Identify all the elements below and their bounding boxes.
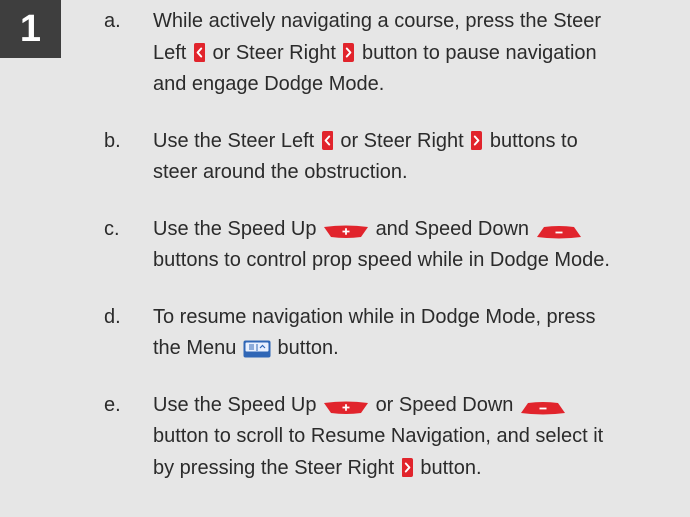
text-segment: button to pause navigation	[362, 41, 597, 64]
text-segment: buttons to control prop speed while in D…	[153, 249, 610, 271]
item-letter: b.	[104, 129, 121, 152]
text-segment: or Speed Down	[375, 393, 514, 416]
text-line: buttons to control prop speed while in D…	[153, 245, 688, 277]
instruction-list: a. While actively navigating a course, pr…	[104, 6, 688, 484]
steer-right-icon	[342, 42, 355, 63]
text-segment: buttons to	[489, 129, 578, 152]
steer-right-icon	[401, 457, 414, 478]
text-line: To resume navigation while in Dodge Mode…	[153, 302, 688, 334]
item-text: Use the Speed Up and Speed Down buttons …	[153, 214, 688, 277]
text-segment: the Menu	[153, 337, 237, 359]
item-letter: d.	[104, 305, 121, 328]
steer-left-icon	[193, 42, 206, 63]
steer-right-icon	[470, 130, 483, 151]
item-text: Use the Speed Up or Speed Down button to…	[153, 390, 688, 485]
text-line: Left or Steer Right button to pause navi…	[153, 38, 688, 70]
text-segment: button.	[277, 337, 339, 359]
text-line: the Menu button.	[153, 333, 688, 365]
text-segment: by pressing the Steer Right	[153, 456, 395, 479]
speed-up-icon	[323, 225, 369, 239]
item-text: Use the Steer Left or Steer Right button…	[153, 126, 688, 189]
text-line: Use the Speed Up and Speed Down	[153, 214, 688, 246]
text-segment: While actively navigating a course, pres…	[153, 10, 601, 32]
list-item: d. To resume navigation while in Dodge Mo…	[104, 302, 688, 365]
text-segment: button to scroll to Resume Navigation, a…	[153, 425, 604, 447]
step-number-badge: 1	[0, 0, 61, 58]
text-line: by pressing the Steer Right button.	[153, 453, 688, 485]
text-segment: and Speed Down	[375, 217, 530, 240]
speed-down-icon	[520, 401, 566, 415]
text-line: Use the Speed Up or Speed Down	[153, 390, 688, 422]
item-letter: c.	[104, 217, 120, 240]
text-segment: button.	[420, 456, 482, 479]
text-line: steer around the obstruction.	[153, 157, 688, 189]
steer-left-icon	[321, 130, 334, 151]
text-segment: Left	[153, 41, 187, 64]
speed-up-icon	[323, 401, 369, 415]
text-segment: Use the Steer Left	[153, 129, 315, 152]
item-letter: e.	[104, 393, 121, 416]
speed-down-icon	[536, 225, 582, 239]
list-item: e. Use the Speed Up or Speed Down button …	[104, 390, 688, 485]
text-segment: Use the Speed Up	[153, 393, 317, 416]
text-line: Use the Steer Left or Steer Right button…	[153, 126, 688, 158]
text-line: and engage Dodge Mode.	[153, 69, 688, 101]
item-text: To resume navigation while in Dodge Mode…	[153, 302, 688, 365]
text-segment: and engage Dodge Mode.	[153, 73, 385, 95]
text-segment: Use the Speed Up	[153, 217, 317, 240]
text-segment: or Steer Right	[212, 41, 336, 64]
item-letter: a.	[104, 10, 121, 32]
text-segment: or Steer Right	[340, 129, 464, 152]
list-item: b. Use the Steer Left or Steer Right butt…	[104, 126, 688, 189]
list-item: c. Use the Speed Up and Speed Down button…	[104, 214, 688, 277]
text-segment: To resume navigation while in Dodge Mode…	[153, 305, 596, 328]
text-segment: steer around the obstruction.	[153, 161, 408, 183]
list-item: a. While actively navigating a course, pr…	[104, 6, 688, 101]
text-line: button to scroll to Resume Navigation, a…	[153, 421, 688, 453]
text-line: While actively navigating a course, pres…	[153, 6, 688, 38]
item-text: While actively navigating a course, pres…	[153, 6, 688, 101]
menu-button-icon	[243, 340, 271, 358]
